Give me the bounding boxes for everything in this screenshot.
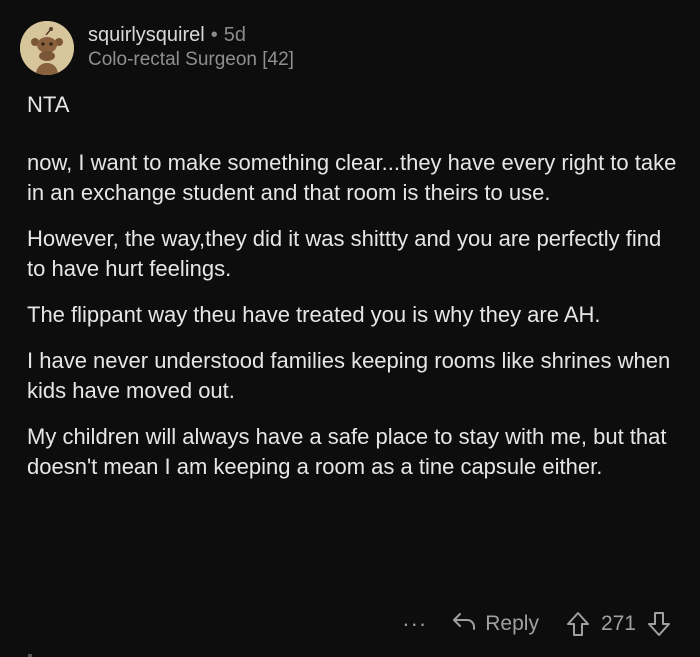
comment-paragraph: I have never understood families keeping… <box>27 348 671 403</box>
user-flair: Colo-rectal Surgeon [42] <box>88 49 294 70</box>
downvote-arrow-icon[interactable] <box>646 610 672 638</box>
username-link[interactable]: squirlysquirel <box>88 24 205 46</box>
comment-header: squirlysquirel • 5d Colo-rectal Surgeon [4… <box>20 20 294 76</box>
comment-paragraph: NTA <box>27 92 70 117</box>
upvote-arrow-icon[interactable] <box>565 610 591 638</box>
comment: squirlysquirel • 5d Colo-rectal Surgeon [4… <box>0 0 700 657</box>
user-avatar[interactable] <box>20 21 74 75</box>
comment-paragraph: now, I want to make something clear...th… <box>27 150 677 205</box>
reply-button[interactable]: Reply <box>451 610 539 638</box>
comment-body: NTA now, I want to make something clear.… <box>27 90 677 498</box>
comment-paragraph: The flippant way theu have treated you i… <box>27 302 601 327</box>
meta-separator: • <box>210 24 218 46</box>
comment-paragraph: My children will always have a safe plac… <box>27 424 667 479</box>
more-options-button[interactable]: ··· <box>402 613 427 635</box>
meta-row: squirlysquirel • 5d <box>88 23 294 47</box>
comment-actions: ··· Reply 271 <box>402 606 672 642</box>
reply-label: Reply <box>485 612 539 635</box>
comment-meta: squirlysquirel • 5d Colo-rectal Surgeon [4… <box>88 23 294 73</box>
comment-paragraph: However, the way,they did it was shittty… <box>27 226 662 281</box>
comment-age: 5d <box>223 24 246 46</box>
vote-score: 271 <box>600 612 636 635</box>
vote-controls: 271 <box>565 610 672 638</box>
reply-arrow-icon <box>451 610 485 638</box>
